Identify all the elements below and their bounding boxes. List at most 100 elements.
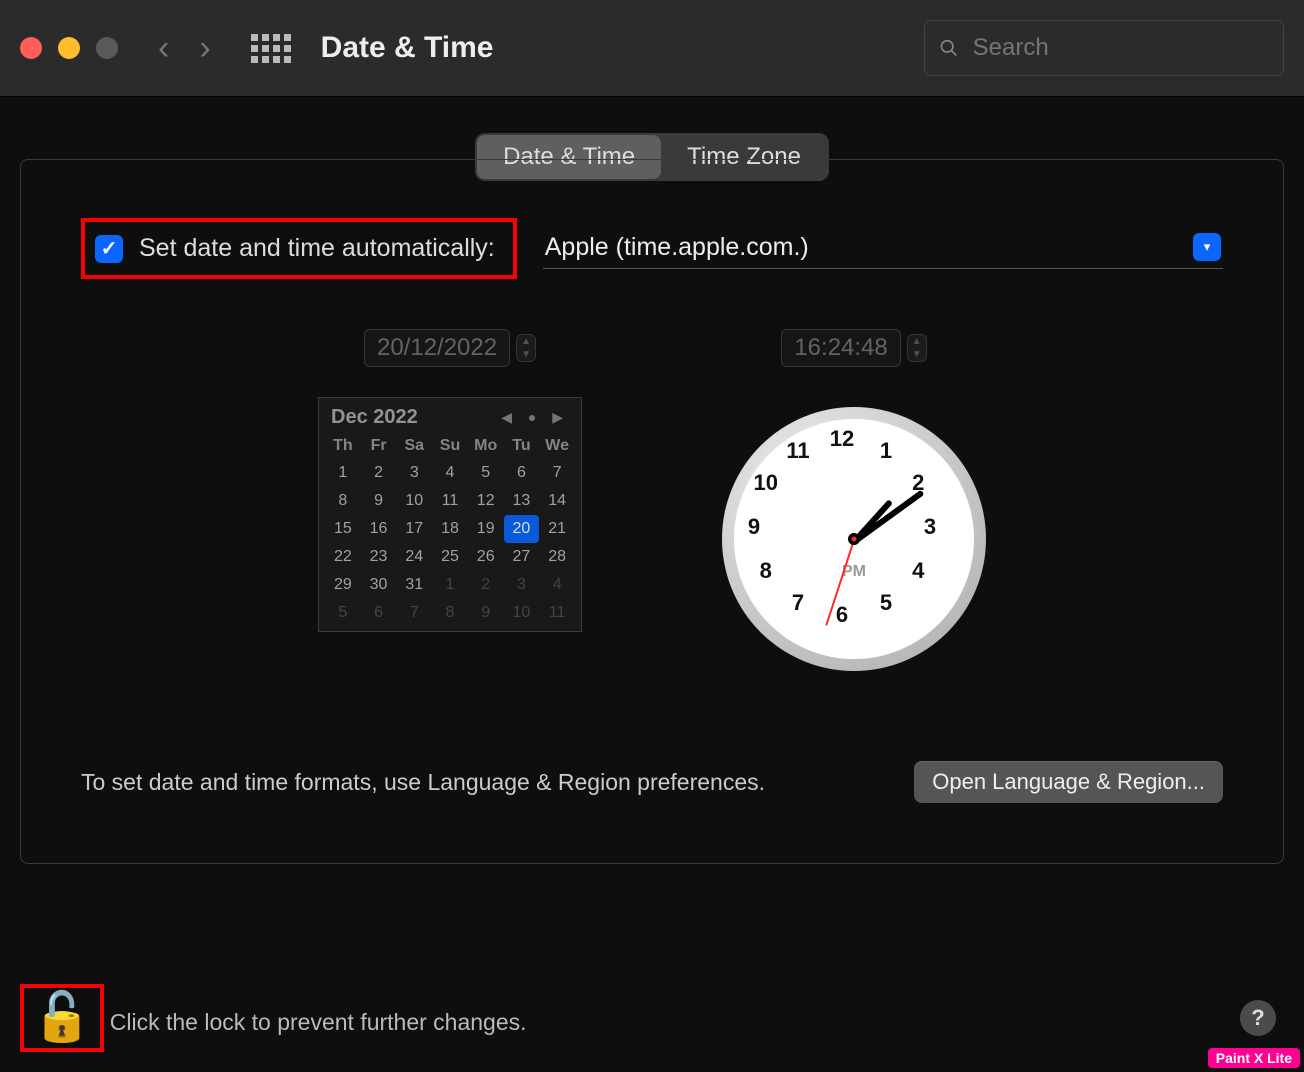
content-panel: ✓ Set date and time automatically: Apple… [20, 159, 1284, 864]
toolbar: ‹ › Date & Time [0, 0, 1304, 97]
calendar-dow: Su [432, 433, 468, 459]
calendar-day[interactable]: 9 [361, 487, 397, 515]
calendar-day[interactable]: 28 [539, 543, 575, 571]
clock-number: 9 [748, 514, 760, 540]
calendar-day[interactable]: 14 [539, 487, 575, 515]
calendar-day[interactable]: 6 [504, 459, 540, 487]
calendar-day[interactable]: 6 [361, 599, 397, 627]
analog-clock: PM 121234567891011 [722, 407, 986, 671]
calendar-day[interactable]: 17 [396, 515, 432, 543]
time-server-dropdown-icon[interactable]: ▾ [1193, 233, 1221, 261]
back-button[interactable]: ‹ [158, 29, 169, 68]
date-column: 20/12/2022 ▲▼ Dec 2022 ◀ ● ▶ ThFrSaSuMoT… [318, 329, 582, 671]
forward-button[interactable]: › [199, 29, 210, 68]
calendar-day[interactable]: 25 [432, 543, 468, 571]
search-icon [939, 37, 959, 59]
calendar-day[interactable]: 10 [396, 487, 432, 515]
calendar-day[interactable]: 3 [396, 459, 432, 487]
search-input[interactable] [971, 33, 1269, 63]
calendar-day[interactable]: 11 [432, 487, 468, 515]
calendar-day[interactable]: 2 [468, 571, 504, 599]
calendar-day[interactable]: 3 [504, 571, 540, 599]
calendar-dow: Mo [468, 433, 504, 459]
calendar-day[interactable]: 12 [468, 487, 504, 515]
calendar-dow: Tu [504, 433, 540, 459]
clock-number: 1 [880, 438, 892, 464]
time-server-combobox[interactable]: Apple (time.apple.com.) ▾ [543, 229, 1223, 269]
zoom-window-button[interactable] [96, 37, 118, 59]
calendar-day[interactable]: 30 [361, 571, 397, 599]
watermark: Paint X Lite [1208, 1048, 1300, 1068]
clock-minute-hand [852, 490, 924, 545]
calendar-dow: Sa [396, 433, 432, 459]
calendar-dow: We [539, 433, 575, 459]
date-field[interactable]: 20/12/2022 [364, 329, 510, 367]
calendar-day[interactable]: 31 [396, 571, 432, 599]
time-server-value: Apple (time.apple.com.) [545, 233, 809, 262]
calendar-month-label: Dec 2022 [331, 406, 418, 429]
lock-icon[interactable]: 🔓 [32, 991, 92, 1044]
calendar-day[interactable]: 11 [539, 599, 575, 627]
time-stepper-arrows[interactable]: ▲▼ [907, 334, 927, 362]
time-column: 16:24:48 ▲▼ PM 121234567891011 [722, 329, 986, 671]
calendar-day[interactable]: 2 [361, 459, 397, 487]
clock-number: 3 [924, 514, 936, 540]
clock-number: 10 [754, 470, 778, 496]
search-field[interactable] [924, 20, 1284, 76]
clock-number: 2 [912, 470, 924, 496]
calendar-day[interactable]: 22 [325, 543, 361, 571]
clock-number: 5 [880, 590, 892, 616]
show-all-prefs-button[interactable] [251, 34, 291, 63]
calendar-day[interactable]: 5 [325, 599, 361, 627]
nav-arrows: ‹ › [158, 29, 211, 68]
highlight-auto-checkbox: ✓ Set date and time automatically: [81, 218, 517, 279]
time-field[interactable]: 16:24:48 [781, 329, 900, 367]
calendar-day[interactable]: 9 [468, 599, 504, 627]
minimize-window-button[interactable] [58, 37, 80, 59]
calendar-day[interactable]: 8 [325, 487, 361, 515]
calendar-day[interactable]: 27 [504, 543, 540, 571]
time-stepper[interactable]: 16:24:48 ▲▼ [781, 329, 926, 367]
calendar-day[interactable]: 23 [361, 543, 397, 571]
window-controls [20, 37, 118, 59]
clock-number: 4 [912, 558, 924, 584]
clock-number: 8 [760, 558, 772, 584]
calendar-day[interactable]: 4 [432, 459, 468, 487]
calendar-day[interactable]: 16 [361, 515, 397, 543]
date-stepper[interactable]: 20/12/2022 ▲▼ [364, 329, 536, 367]
calendar-day[interactable]: 29 [325, 571, 361, 599]
calendar-day[interactable]: 15 [325, 515, 361, 543]
footer-row: To set date and time formats, use Langua… [81, 761, 1223, 803]
calendar-day[interactable]: 1 [432, 571, 468, 599]
open-language-region-button[interactable]: Open Language & Region... [914, 761, 1223, 803]
date-stepper-arrows[interactable]: ▲▼ [516, 334, 536, 362]
window-title: Date & Time [321, 31, 494, 65]
calendar-day[interactable]: 18 [432, 515, 468, 543]
calendar-day[interactable]: 8 [432, 599, 468, 627]
calendar-day[interactable]: 4 [539, 571, 575, 599]
calendar-day[interactable]: 10 [504, 599, 540, 627]
calendar-day[interactable]: 24 [396, 543, 432, 571]
calendar-day[interactable]: 7 [396, 599, 432, 627]
calendar-day[interactable]: 19 [468, 515, 504, 543]
help-button[interactable]: ? [1240, 1000, 1276, 1036]
lock-hint: Click the lock to prevent further change… [110, 1009, 527, 1052]
lock-row: 🔓 Click the lock to prevent further chan… [20, 984, 527, 1052]
auto-time-row: ✓ Set date and time automatically: Apple… [81, 218, 1223, 279]
auto-time-checkbox[interactable]: ✓ [95, 235, 123, 263]
close-window-button[interactable] [20, 37, 42, 59]
calendar-day[interactable]: 13 [504, 487, 540, 515]
footer-hint: To set date and time formats, use Langua… [81, 769, 765, 796]
auto-time-label: Set date and time automatically: [139, 234, 495, 263]
calendar-day[interactable]: 20 [504, 515, 540, 543]
calendar-day[interactable]: 7 [539, 459, 575, 487]
clock-number: 12 [830, 426, 854, 452]
calendar-day[interactable]: 5 [468, 459, 504, 487]
calendar[interactable]: Dec 2022 ◀ ● ▶ ThFrSaSuMoTuWe12345678910… [318, 397, 582, 632]
calendar-day[interactable]: 26 [468, 543, 504, 571]
calendar-dow: Fr [361, 433, 397, 459]
calendar-day[interactable]: 21 [539, 515, 575, 543]
calendar-day[interactable]: 1 [325, 459, 361, 487]
clock-number: 11 [786, 438, 809, 464]
calendar-nav[interactable]: ◀ ● ▶ [501, 409, 569, 426]
